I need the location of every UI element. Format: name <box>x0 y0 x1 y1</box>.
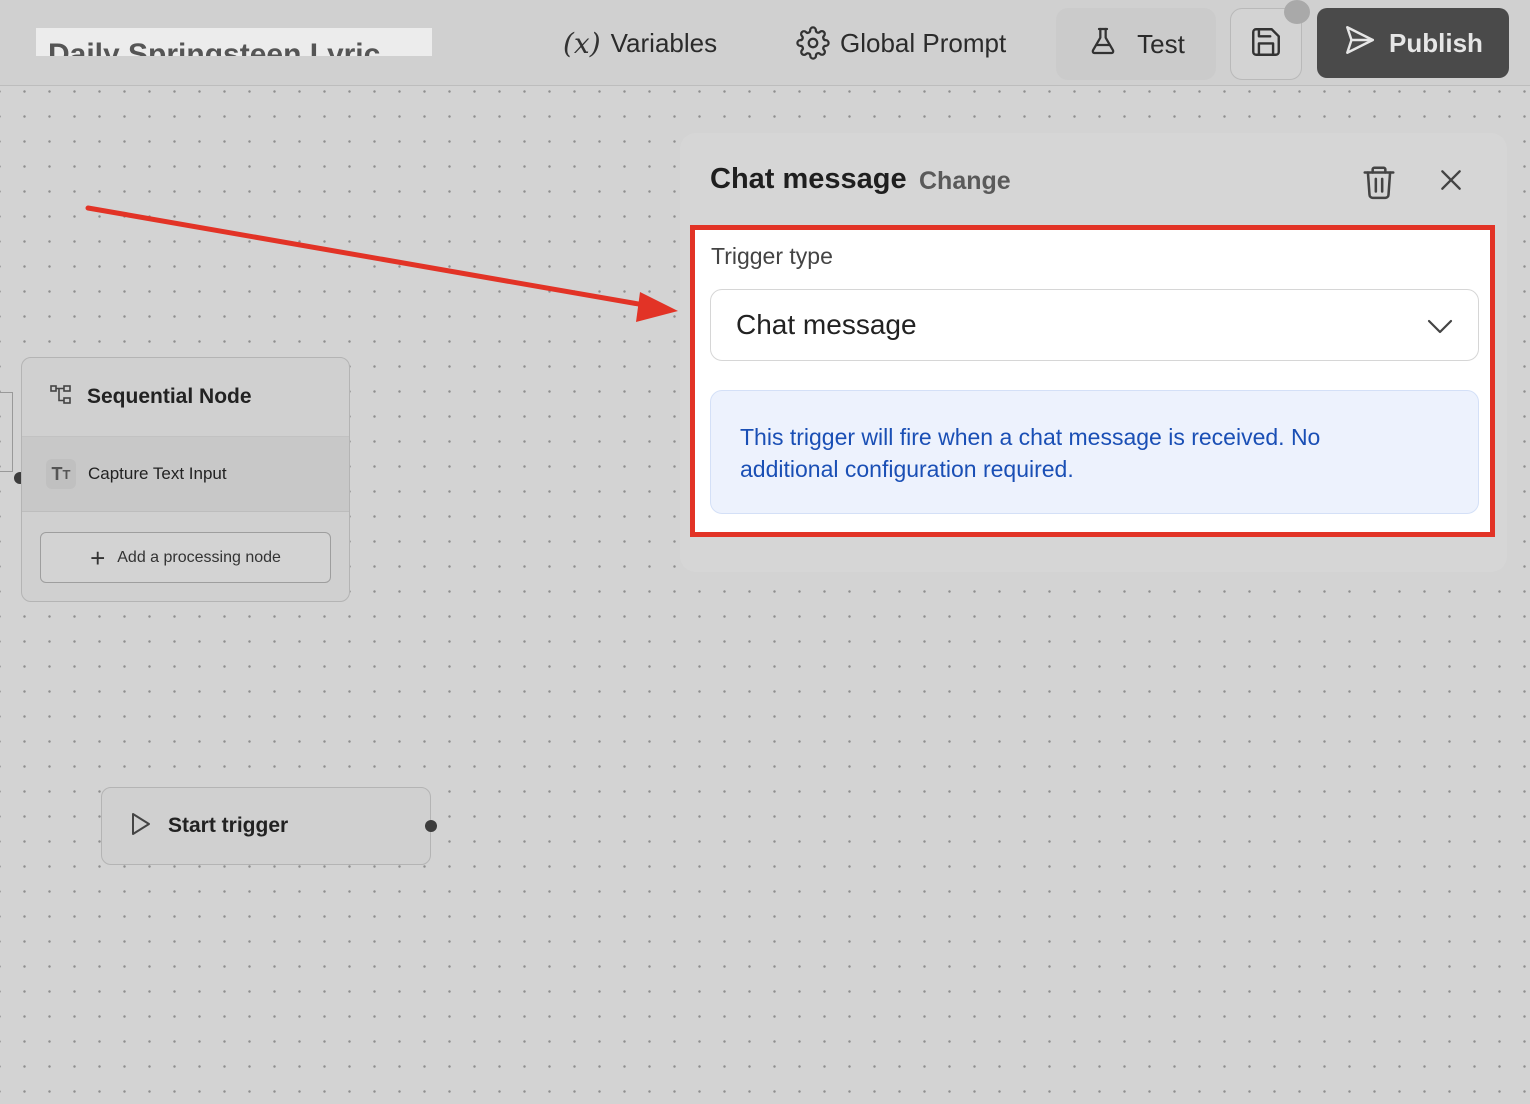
unsaved-indicator <box>1284 0 1310 24</box>
add-processing-node-button[interactable]: + Add a processing node <box>40 532 331 583</box>
play-icon <box>130 812 152 841</box>
plus-icon: + <box>90 542 106 573</box>
start-trigger-node[interactable]: Start trigger <box>101 787 431 865</box>
variables-label: Variables <box>610 27 718 58</box>
start-trigger-output-port[interactable] <box>425 820 437 832</box>
test-button[interactable]: Test <box>1056 8 1216 80</box>
sequential-node-title: Sequential Node <box>87 385 252 408</box>
global-prompt-label: Global Prompt <box>840 27 1007 58</box>
trash-icon[interactable] <box>1360 163 1398 206</box>
test-label: Test <box>1137 28 1185 59</box>
trigger-type-label: Trigger type <box>711 243 833 269</box>
app-title-redacted[interactable]: Daily Springsteen Lyric <box>36 28 432 56</box>
panel-title: Chat message <box>710 163 907 195</box>
flask-icon <box>1087 25 1119 64</box>
close-icon[interactable] <box>1438 167 1464 198</box>
publish-button[interactable]: Publish <box>1317 8 1509 78</box>
sequential-node-header: Sequential Node <box>22 358 349 436</box>
add-processing-node-label: Add a processing node <box>117 548 281 566</box>
step-label: Capture Text Input <box>88 464 227 483</box>
app-title: Daily Springsteen Lyric <box>48 38 381 56</box>
change-link[interactable]: Change <box>919 167 1011 196</box>
text-icon: TT <box>46 459 76 489</box>
publish-label: Publish <box>1389 27 1483 58</box>
trigger-type-value: Chat message <box>736 309 917 340</box>
sequential-node-card[interactable]: Sequential Node TT Capture Text Input + … <box>21 357 350 602</box>
trigger-info-box: This trigger will fire when a chat messa… <box>710 390 1479 514</box>
save-icon <box>1249 25 1283 64</box>
trigger-type-select[interactable]: Chat message <box>710 289 1479 361</box>
global-prompt-button[interactable]: Global Prompt <box>796 22 1006 64</box>
start-trigger-label: Start trigger <box>168 814 289 837</box>
variables-icon: (x) <box>563 26 601 60</box>
variables-button[interactable]: (x) Variables <box>563 22 717 64</box>
send-icon <box>1343 23 1377 64</box>
sequence-icon <box>49 383 73 412</box>
gear-icon <box>796 26 830 60</box>
chevron-down-icon <box>1426 316 1454 341</box>
trigger-info-text: This trigger will fire when a chat messa… <box>740 424 1321 482</box>
step-capture-text-input[interactable]: TT Capture Text Input <box>22 436 349 512</box>
connection-edge <box>0 392 13 472</box>
top-bar: Daily Springsteen Lyric (x) Variables Gl… <box>0 0 1530 86</box>
